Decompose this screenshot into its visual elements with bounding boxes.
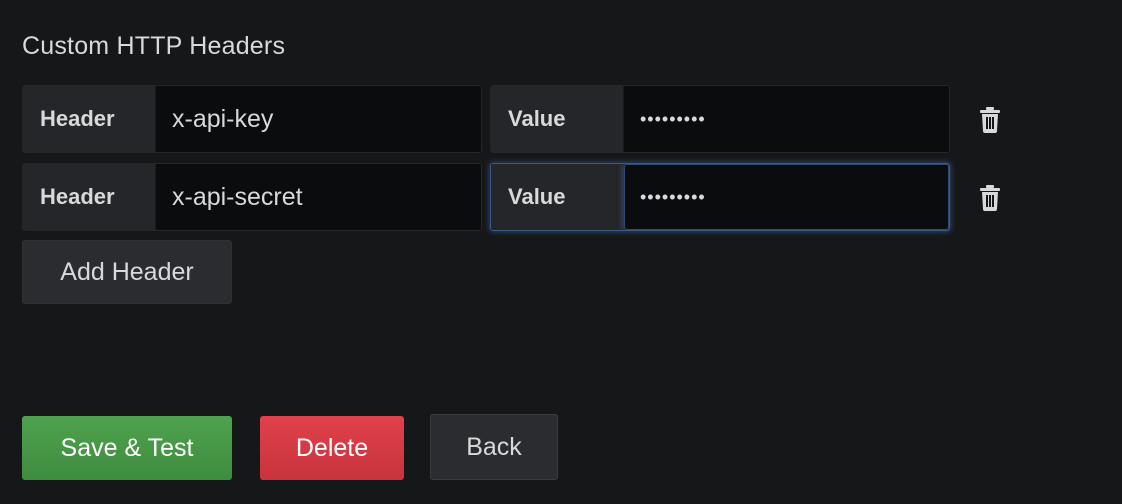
header-key-input[interactable]: x-api-key bbox=[156, 86, 481, 152]
header-key-label: Header bbox=[23, 164, 156, 230]
add-header-button[interactable]: Add Header bbox=[22, 240, 232, 304]
section-title: Custom HTTP Headers bbox=[22, 32, 286, 60]
header-key-group: Header x-api-secret bbox=[22, 163, 482, 231]
trash-icon[interactable] bbox=[978, 107, 1002, 133]
trash-icon[interactable] bbox=[978, 185, 1002, 211]
header-value-label: Value bbox=[491, 86, 624, 152]
header-key-label: Header bbox=[23, 86, 156, 152]
header-value-input[interactable]: ••••••••• bbox=[624, 86, 949, 152]
delete-button[interactable]: Delete bbox=[260, 416, 404, 480]
header-key-input[interactable]: x-api-secret bbox=[156, 164, 481, 230]
header-value-group: Value ••••••••• bbox=[490, 85, 950, 153]
header-row: Header x-api-key Value ••••••••• bbox=[22, 85, 1000, 153]
header-value-input[interactable]: ••••••••• bbox=[624, 164, 949, 230]
header-value-group: Value ••••••••• bbox=[490, 163, 950, 231]
header-key-group: Header x-api-key bbox=[22, 85, 482, 153]
data-source-settings: Custom HTTP Headers Header x-api-key Val… bbox=[0, 0, 1122, 504]
header-row: Header x-api-secret Value ••••••••• bbox=[22, 163, 1000, 231]
back-button[interactable]: Back bbox=[430, 414, 558, 480]
header-value-label: Value bbox=[491, 164, 624, 230]
save-test-button[interactable]: Save & Test bbox=[22, 416, 232, 480]
